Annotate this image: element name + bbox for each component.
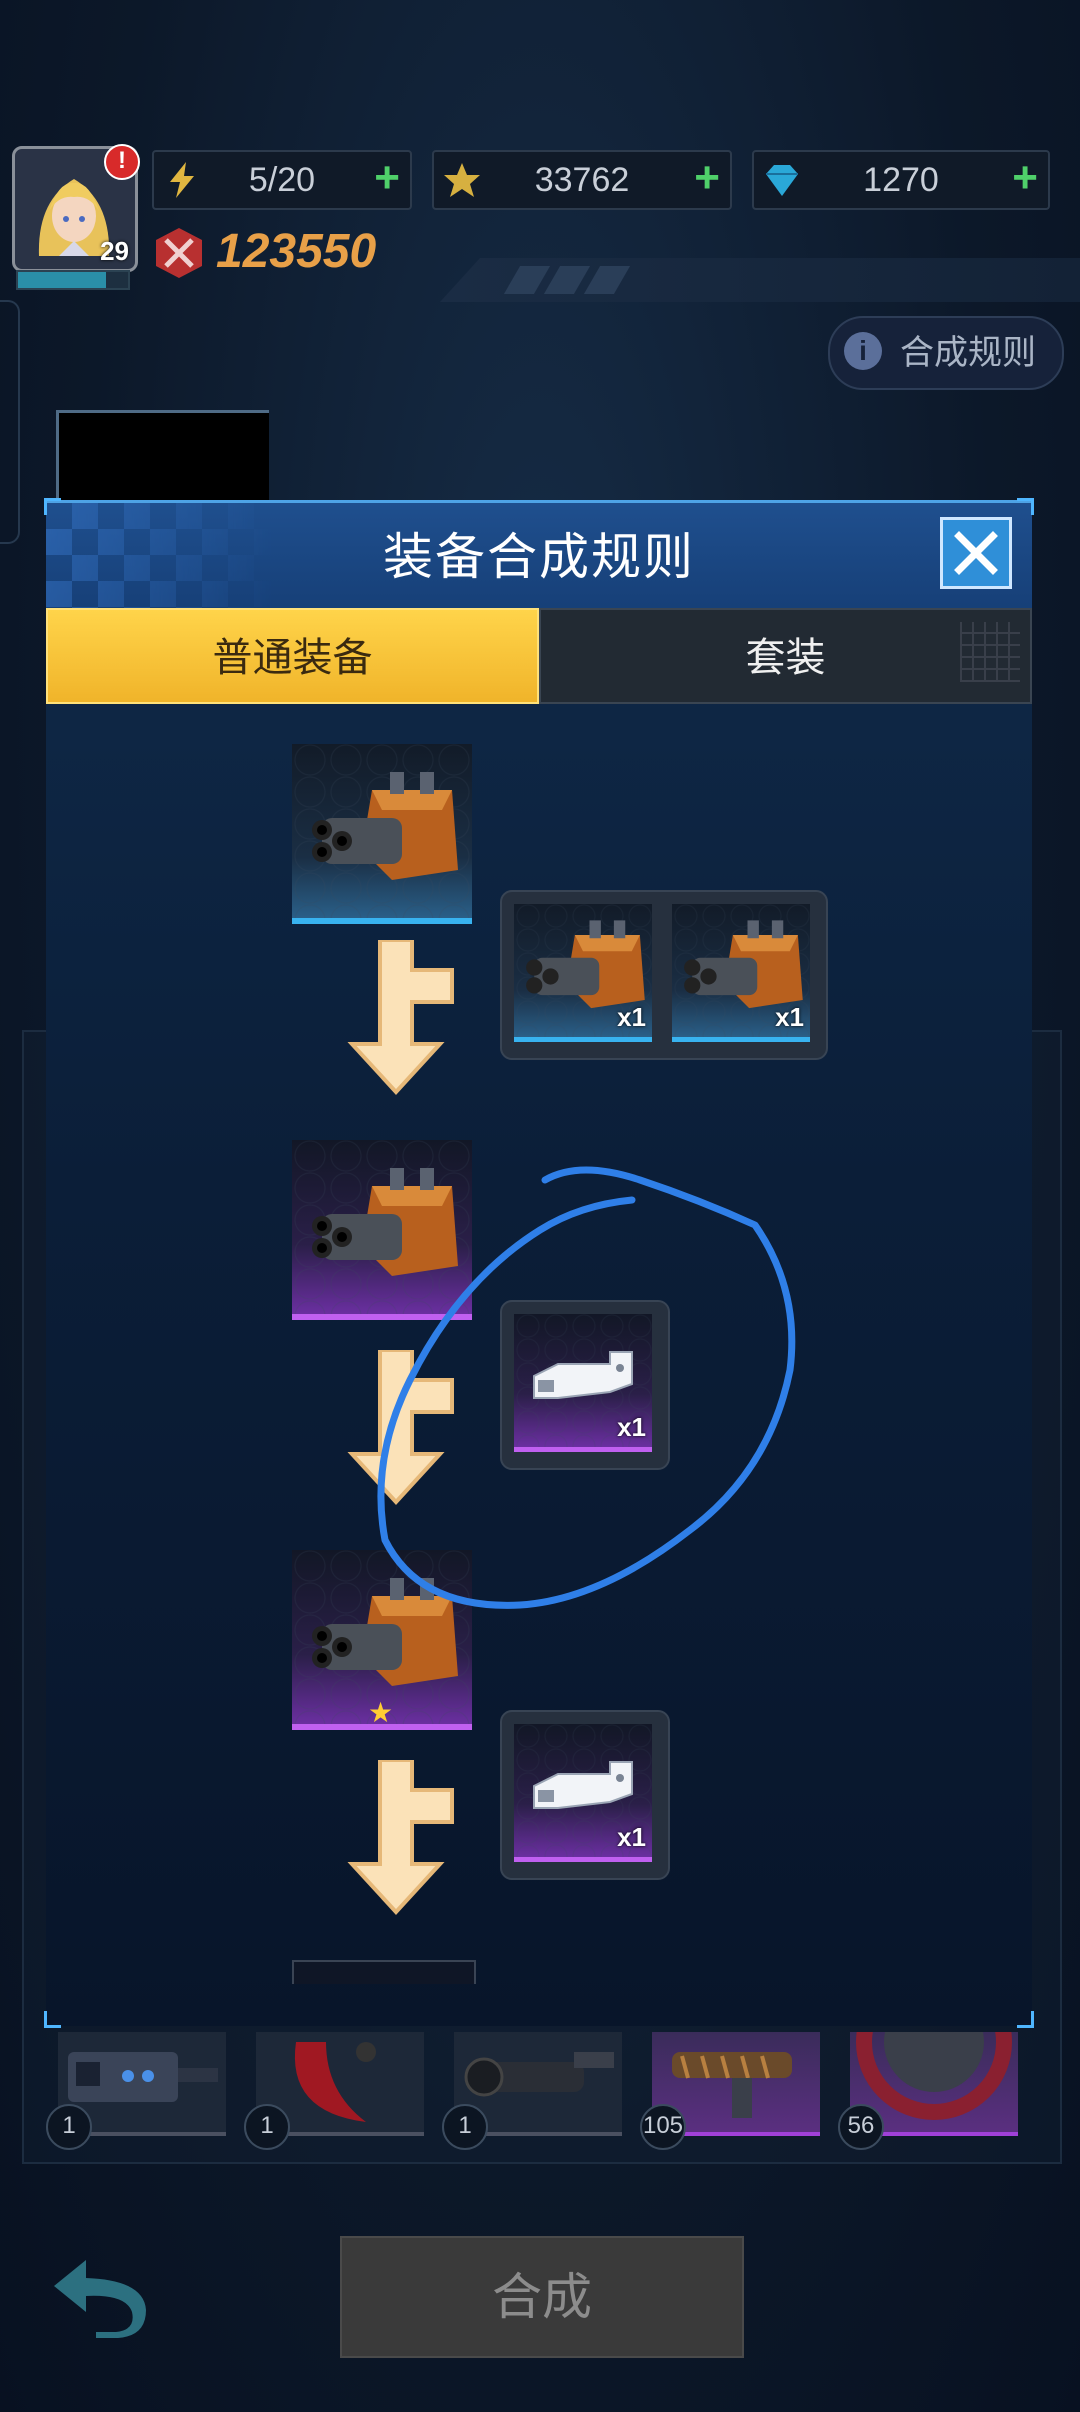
modal-title: 装备合成规则 (383, 529, 695, 585)
gatling-turret-icon (312, 772, 458, 880)
tab-equipment-set[interactable]: 套装 (539, 608, 1032, 704)
equipment-slot (56, 410, 269, 513)
add-gold-button[interactable]: + (694, 156, 720, 200)
exp-bar (16, 270, 130, 290)
compose-button[interactable]: 合成 (340, 2236, 744, 2358)
gatling-turret-purple-star[interactable]: ★ (292, 1550, 472, 1730)
crossed-swords-icon (156, 228, 202, 278)
material-quantity: x1 (617, 1412, 646, 1442)
energy-value: 5/20 (248, 161, 316, 199)
item-count: 1 (244, 2104, 290, 2150)
item-count: 1 (46, 2104, 92, 2150)
gold-value: 33762 (534, 161, 630, 199)
alert-badge: ! (104, 144, 140, 180)
gatling-turret-purple[interactable] (292, 1140, 472, 1320)
gold-counter: 33762 + (432, 150, 732, 210)
modal-header: 装备合成规则 (46, 500, 1032, 611)
material-quantity: x1 (617, 1822, 646, 1852)
side-panel-edge (0, 300, 20, 544)
gatling-turret-icon (312, 1168, 458, 1276)
next-item-partial (292, 1960, 476, 1984)
back-arrow-icon[interactable] (46, 2250, 156, 2340)
material-group: x1 (500, 1300, 670, 1470)
combat-power-value: 123550 (216, 225, 377, 278)
material-group: x1 (500, 1710, 670, 1880)
add-energy-button[interactable]: + (374, 156, 400, 200)
material-slot[interactable]: x1 (672, 904, 810, 1042)
gem-counter: 1270 + (752, 150, 1050, 210)
energy-counter: 5/20 + (152, 150, 412, 210)
hud-decoration (440, 258, 1080, 302)
player-level: 29 (100, 236, 129, 266)
item-count: 56 (838, 2104, 884, 2150)
gem-value: 1270 (863, 161, 939, 199)
item-count: 1 (442, 2104, 488, 2150)
synthesis-rules-button[interactable]: i 合成规则 (828, 316, 1064, 390)
material-quantity: x1 (617, 1002, 646, 1032)
gatling-turret-icon (312, 1578, 458, 1686)
close-button[interactable] (940, 517, 1012, 589)
material-group: x1 x1 (500, 890, 828, 1060)
material-slot[interactable]: x1 (514, 1314, 652, 1452)
downward-arrow-icon (347, 1760, 454, 1915)
add-gem-button[interactable]: + (1012, 156, 1038, 200)
gatling-turret-blue[interactable] (292, 744, 472, 924)
downward-arrow-icon (347, 940, 454, 1095)
info-icon: i (844, 332, 882, 370)
item-count: 105 (640, 2104, 686, 2150)
barrel-module-icon (533, 1761, 633, 1809)
star-rank-icon: ★ (368, 1697, 394, 1728)
synthesis-rules-modal: 装备合成规则 普通装备 套装 x1 x1 x1 ★ x1 (44, 498, 1034, 2028)
material-slot[interactable]: x1 (514, 904, 652, 1042)
tab-bar: 普通装备 套装 (46, 608, 1032, 704)
tab-normal-equipment[interactable]: 普通装备 (46, 608, 539, 704)
downward-arrow-icon (347, 1350, 454, 1505)
combat-power: 123550 (152, 222, 462, 282)
material-quantity: x1 (775, 1002, 804, 1032)
synthesis-rules-label: 合成规则 (900, 334, 1036, 372)
material-slot[interactable]: x1 (514, 1724, 652, 1862)
close-icon (954, 531, 998, 575)
tab-equipment-set-label: 套装 (745, 636, 826, 680)
barrel-module-icon (533, 1351, 633, 1399)
